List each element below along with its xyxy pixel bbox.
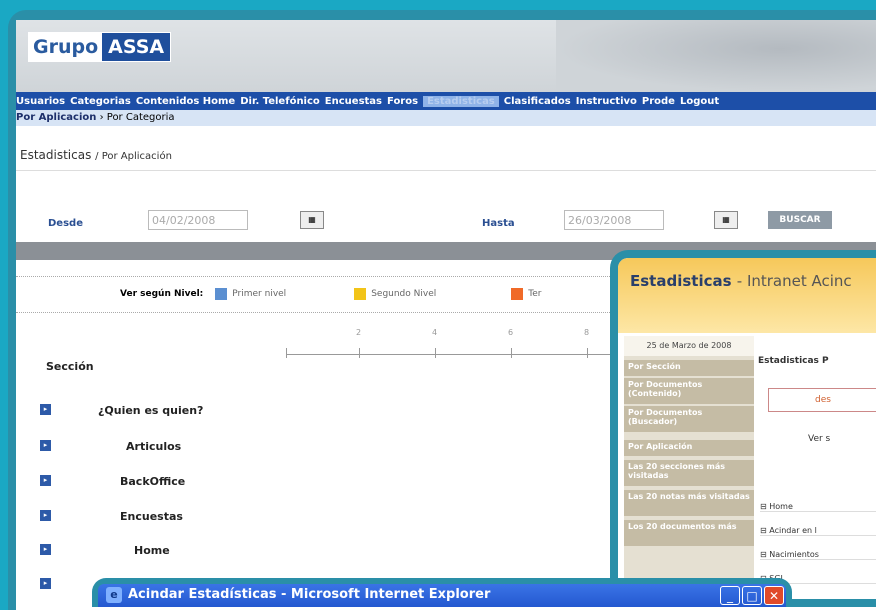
acindar-title-main: Estadisticas — [630, 272, 732, 290]
divider — [16, 170, 876, 171]
row-label: Articulos — [126, 440, 182, 453]
expand-icon[interactable]: ▸ — [40, 544, 51, 555]
sidebar-item[interactable]: Los 20 documentos más — [624, 520, 754, 546]
table-row[interactable]: ▸ BackOffice — [40, 475, 340, 489]
breadcrumb: Por Aplicacion › Por Categoria — [16, 110, 876, 126]
swatch-primer[interactable] — [215, 288, 228, 300]
nav-item-logout[interactable]: Logout — [680, 96, 719, 107]
buscar-button[interactable]: BUSCAR — [768, 211, 832, 229]
expand-icon[interactable]: ▸ — [40, 510, 51, 521]
axis-tick — [435, 348, 436, 358]
x-axis: 2 4 6 8 — [286, 328, 626, 368]
ie-window: e Acindar Estadísticas - Microsoft Inter… — [92, 578, 792, 607]
calendar-icon[interactable]: ▦ — [714, 211, 738, 229]
desde-input[interactable]: 04/02/2008 — [148, 210, 248, 230]
sidebar-item[interactable]: Por Sección — [624, 360, 754, 376]
world-map-decoration — [556, 20, 876, 92]
ie-titlebar[interactable]: e Acindar Estadísticas - Microsoft Inter… — [98, 584, 786, 607]
list-label: Home — [769, 502, 793, 511]
desde-label: Desde — [48, 218, 83, 229]
section-header: Sección — [46, 360, 94, 373]
acindar-content: Estadisticas P des Ver s ⊟ Home ⊟ Acinda… — [758, 336, 876, 599]
maximize-button[interactable]: □ — [742, 586, 762, 605]
table-row[interactable]: ▸ Encuestas — [40, 510, 340, 524]
nav-item-contenidos-home[interactable]: Contenidos Home — [136, 96, 235, 107]
list-label: Acindar en l — [769, 526, 817, 535]
axis-tick — [587, 348, 588, 358]
expand-icon[interactable]: ▸ — [40, 475, 51, 486]
row-label: BackOffice — [120, 475, 186, 488]
nav-item-estadisticas[interactable]: Estadisticas — [423, 95, 499, 107]
sidebar-item[interactable]: Las 20 notas más visitadas — [624, 490, 754, 516]
site-header: Grupo ASSA — [16, 20, 876, 92]
nav-item-clasificados[interactable]: Clasificados — [504, 96, 571, 107]
table-row[interactable]: ▸ Articulos — [40, 440, 340, 454]
tick-label: 6 — [508, 328, 514, 337]
row-label: ¿Quien es quien? — [98, 404, 204, 417]
nav-item-prode[interactable]: Prode — [642, 96, 675, 107]
nav-item-categorias[interactable]: Categorias — [70, 96, 131, 107]
acindar-title: Estadisticas - Intranet Acinc — [630, 272, 852, 290]
acindar-header: Estadisticas - Intranet Acinc — [618, 258, 876, 333]
acindar-window: Estadisticas - Intranet Acinc 25 de Marz… — [610, 250, 876, 607]
tick-label: 8 — [584, 328, 590, 337]
expand-icon[interactable]: ▸ — [40, 440, 51, 451]
acindar-ver: Ver s — [808, 434, 831, 444]
list-item[interactable]: ⊟ Home — [760, 502, 876, 512]
axis-tick — [511, 348, 512, 358]
expand-icon[interactable]: ▸ — [40, 404, 51, 415]
nav-item-foros[interactable]: Foros — [387, 96, 418, 107]
nav-item-usuarios[interactable]: Usuarios — [16, 96, 65, 107]
axis-tick — [286, 348, 287, 358]
table-row[interactable]: ▸ Home — [40, 544, 340, 558]
sidebar-item[interactable]: Por Documentos (Contenido) — [624, 378, 754, 404]
row-label: Encuestas — [120, 510, 183, 523]
level-legend: Ver según Nivel: Primer nivel Segundo Ni… — [120, 288, 541, 300]
swatch-segundo[interactable] — [354, 288, 367, 300]
breadcrumb-sep: › — [99, 112, 104, 123]
nav-item-instructivo[interactable]: Instructivo — [576, 96, 637, 107]
list-item[interactable]: ⊟ Nacimientos — [760, 550, 876, 560]
calendar-icon[interactable]: ▦ — [300, 211, 324, 229]
list-label: Nacimientos — [769, 550, 819, 559]
row-label: Home — [134, 544, 170, 557]
acindar-sidebar: 25 de Marzo de 2008 Por Sección Por Docu… — [624, 336, 754, 599]
minimize-button[interactable]: _ — [720, 586, 740, 605]
tick-label: 2 — [356, 328, 362, 337]
swatch-tercer[interactable] — [511, 288, 524, 300]
acindar-title-suffix: - Intranet Acinc — [736, 272, 852, 290]
legend-primer[interactable]: Primer nivel — [232, 289, 286, 299]
logo-part1: Grupo — [29, 33, 103, 61]
table-row[interactable]: ▸ ¿Quien es quien? — [40, 404, 340, 418]
sidebar-item[interactable]: Las 20 secciones más visitadas — [624, 460, 754, 486]
axis-line — [286, 354, 626, 355]
acindar-desde-button[interactable]: des — [768, 388, 876, 412]
legend-tercer[interactable]: Ter — [528, 289, 541, 299]
tick-label: 4 — [432, 328, 438, 337]
logo-part2: ASSA — [102, 33, 171, 61]
top-nav: Usuarios Categorias Contenidos Home Dir. Te… — [16, 92, 876, 110]
nav-item-encuestas[interactable]: Encuestas — [325, 96, 382, 107]
sidebar-item[interactable]: Por Documentos (Buscador) — [624, 406, 754, 432]
hasta-label: Hasta — [482, 218, 515, 229]
breadcrumb-other[interactable]: Por Categoria — [107, 112, 175, 123]
nav-item-dir-telef-nico[interactable]: Dir. Telefónico — [240, 96, 320, 107]
page-title-sub: / Por Aplicación — [95, 151, 172, 162]
legend-segundo[interactable]: Segundo Nivel — [371, 289, 436, 299]
axis-tick — [359, 348, 360, 358]
expand-icon[interactable]: ▸ — [40, 578, 51, 589]
sidebar-item[interactable]: Por Aplicación — [624, 440, 754, 456]
legend-label: Ver según Nivel: — [120, 289, 204, 299]
ie-icon: e — [106, 587, 122, 603]
acindar-heading: Estadisticas P — [758, 356, 829, 366]
acindar-date: 25 de Marzo de 2008 — [624, 336, 754, 356]
breadcrumb-current[interactable]: Por Aplicacion — [16, 112, 96, 123]
page-title: Estadisticas / Por Aplicación — [20, 148, 172, 162]
close-button[interactable]: ✕ — [764, 586, 784, 605]
ie-title: Acindar Estadísticas - Microsoft Interne… — [128, 587, 491, 602]
list-item[interactable]: ⊟ Acindar en l — [760, 526, 876, 536]
hasta-input[interactable]: 26/03/2008 — [564, 210, 664, 230]
page-title-main: Estadisticas — [20, 148, 92, 162]
grupo-assa-logo[interactable]: Grupo ASSA — [28, 32, 172, 62]
